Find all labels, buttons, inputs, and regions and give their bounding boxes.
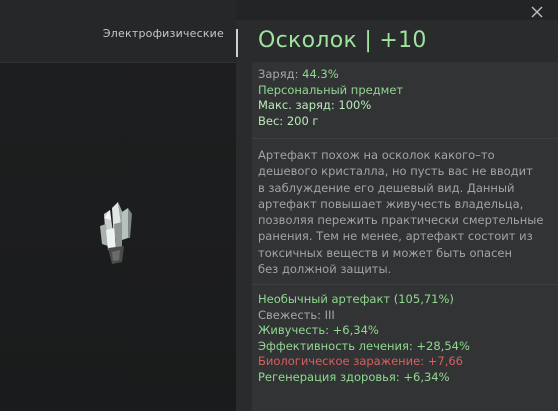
stat-weight: Вес: 200 г (258, 114, 403, 130)
title-divider (236, 29, 238, 57)
stat-label: Вес: (258, 113, 284, 128)
prop-freshness: Свежесть: III (258, 307, 335, 322)
category-label: Электрофизические (102, 27, 224, 40)
item-description: Артефакт похож на осколок какого–то деше… (258, 147, 544, 277)
description-line: ранения. Тем не менее, артефакт состоит … (258, 229, 533, 244)
item-stats: Заряд: 44.3% Персональный предмет Макс. … (258, 67, 403, 129)
description-line: дешевого кристалла, но пусть вас не ввод… (258, 164, 533, 179)
category-header: Электрофизические (0, 0, 236, 63)
stat-label: Макс. заряд: (258, 98, 335, 112)
description-line: в заблуждение его дешевый вид. Данный (258, 180, 515, 195)
description-line: без должной защиты. (258, 262, 392, 277)
prop-healing-efficiency: Эффективность лечения: +28,54% (258, 338, 470, 353)
description-line: артефакт повышает живучесть владельца, (258, 196, 524, 211)
stat-charge: Заряд: 44.3% (258, 67, 403, 83)
prop-health-regen: Регенерация здоровья: +6,34% (258, 369, 450, 384)
item-properties: Необычный артефакт (105,71%) Свежесть: I… (258, 292, 470, 385)
description-line: Артефакт похож на осколок какого–то (258, 148, 495, 162)
prop-vitality: Живучесть: +6,34% (258, 323, 379, 337)
prop-bio-infection: Биологическое заражение: +7,66 (258, 354, 463, 368)
stat-max-charge: Макс. заряд: 100% (258, 98, 403, 114)
item-details-panel: Осколок | +10 Заряд: 44.3% Персональный … (236, 0, 558, 411)
close-icon[interactable] (530, 4, 544, 18)
stat-value: 200 г (286, 113, 319, 128)
item-title: Осколок | +10 (258, 28, 427, 53)
divider (252, 138, 558, 139)
window-top-strip (236, 0, 558, 20)
stat-value: 100% (338, 98, 372, 112)
description-line: токсичных веществ и может быть опасен (258, 245, 512, 260)
stat-label: Персональный предмет (258, 82, 404, 97)
description-line: позволяя пережить практически смертельны… (258, 213, 544, 228)
prop-rarity: Необычный артефакт (105,71%) (258, 292, 454, 306)
divider (252, 284, 558, 285)
item-preview-panel: Электрофизические (0, 0, 236, 411)
stat-label: Заряд: (258, 67, 299, 81)
stat-value: 44.3% (302, 67, 339, 81)
crystal-artifact-icon (92, 200, 140, 272)
stat-personal: Персональный предмет (258, 83, 403, 99)
